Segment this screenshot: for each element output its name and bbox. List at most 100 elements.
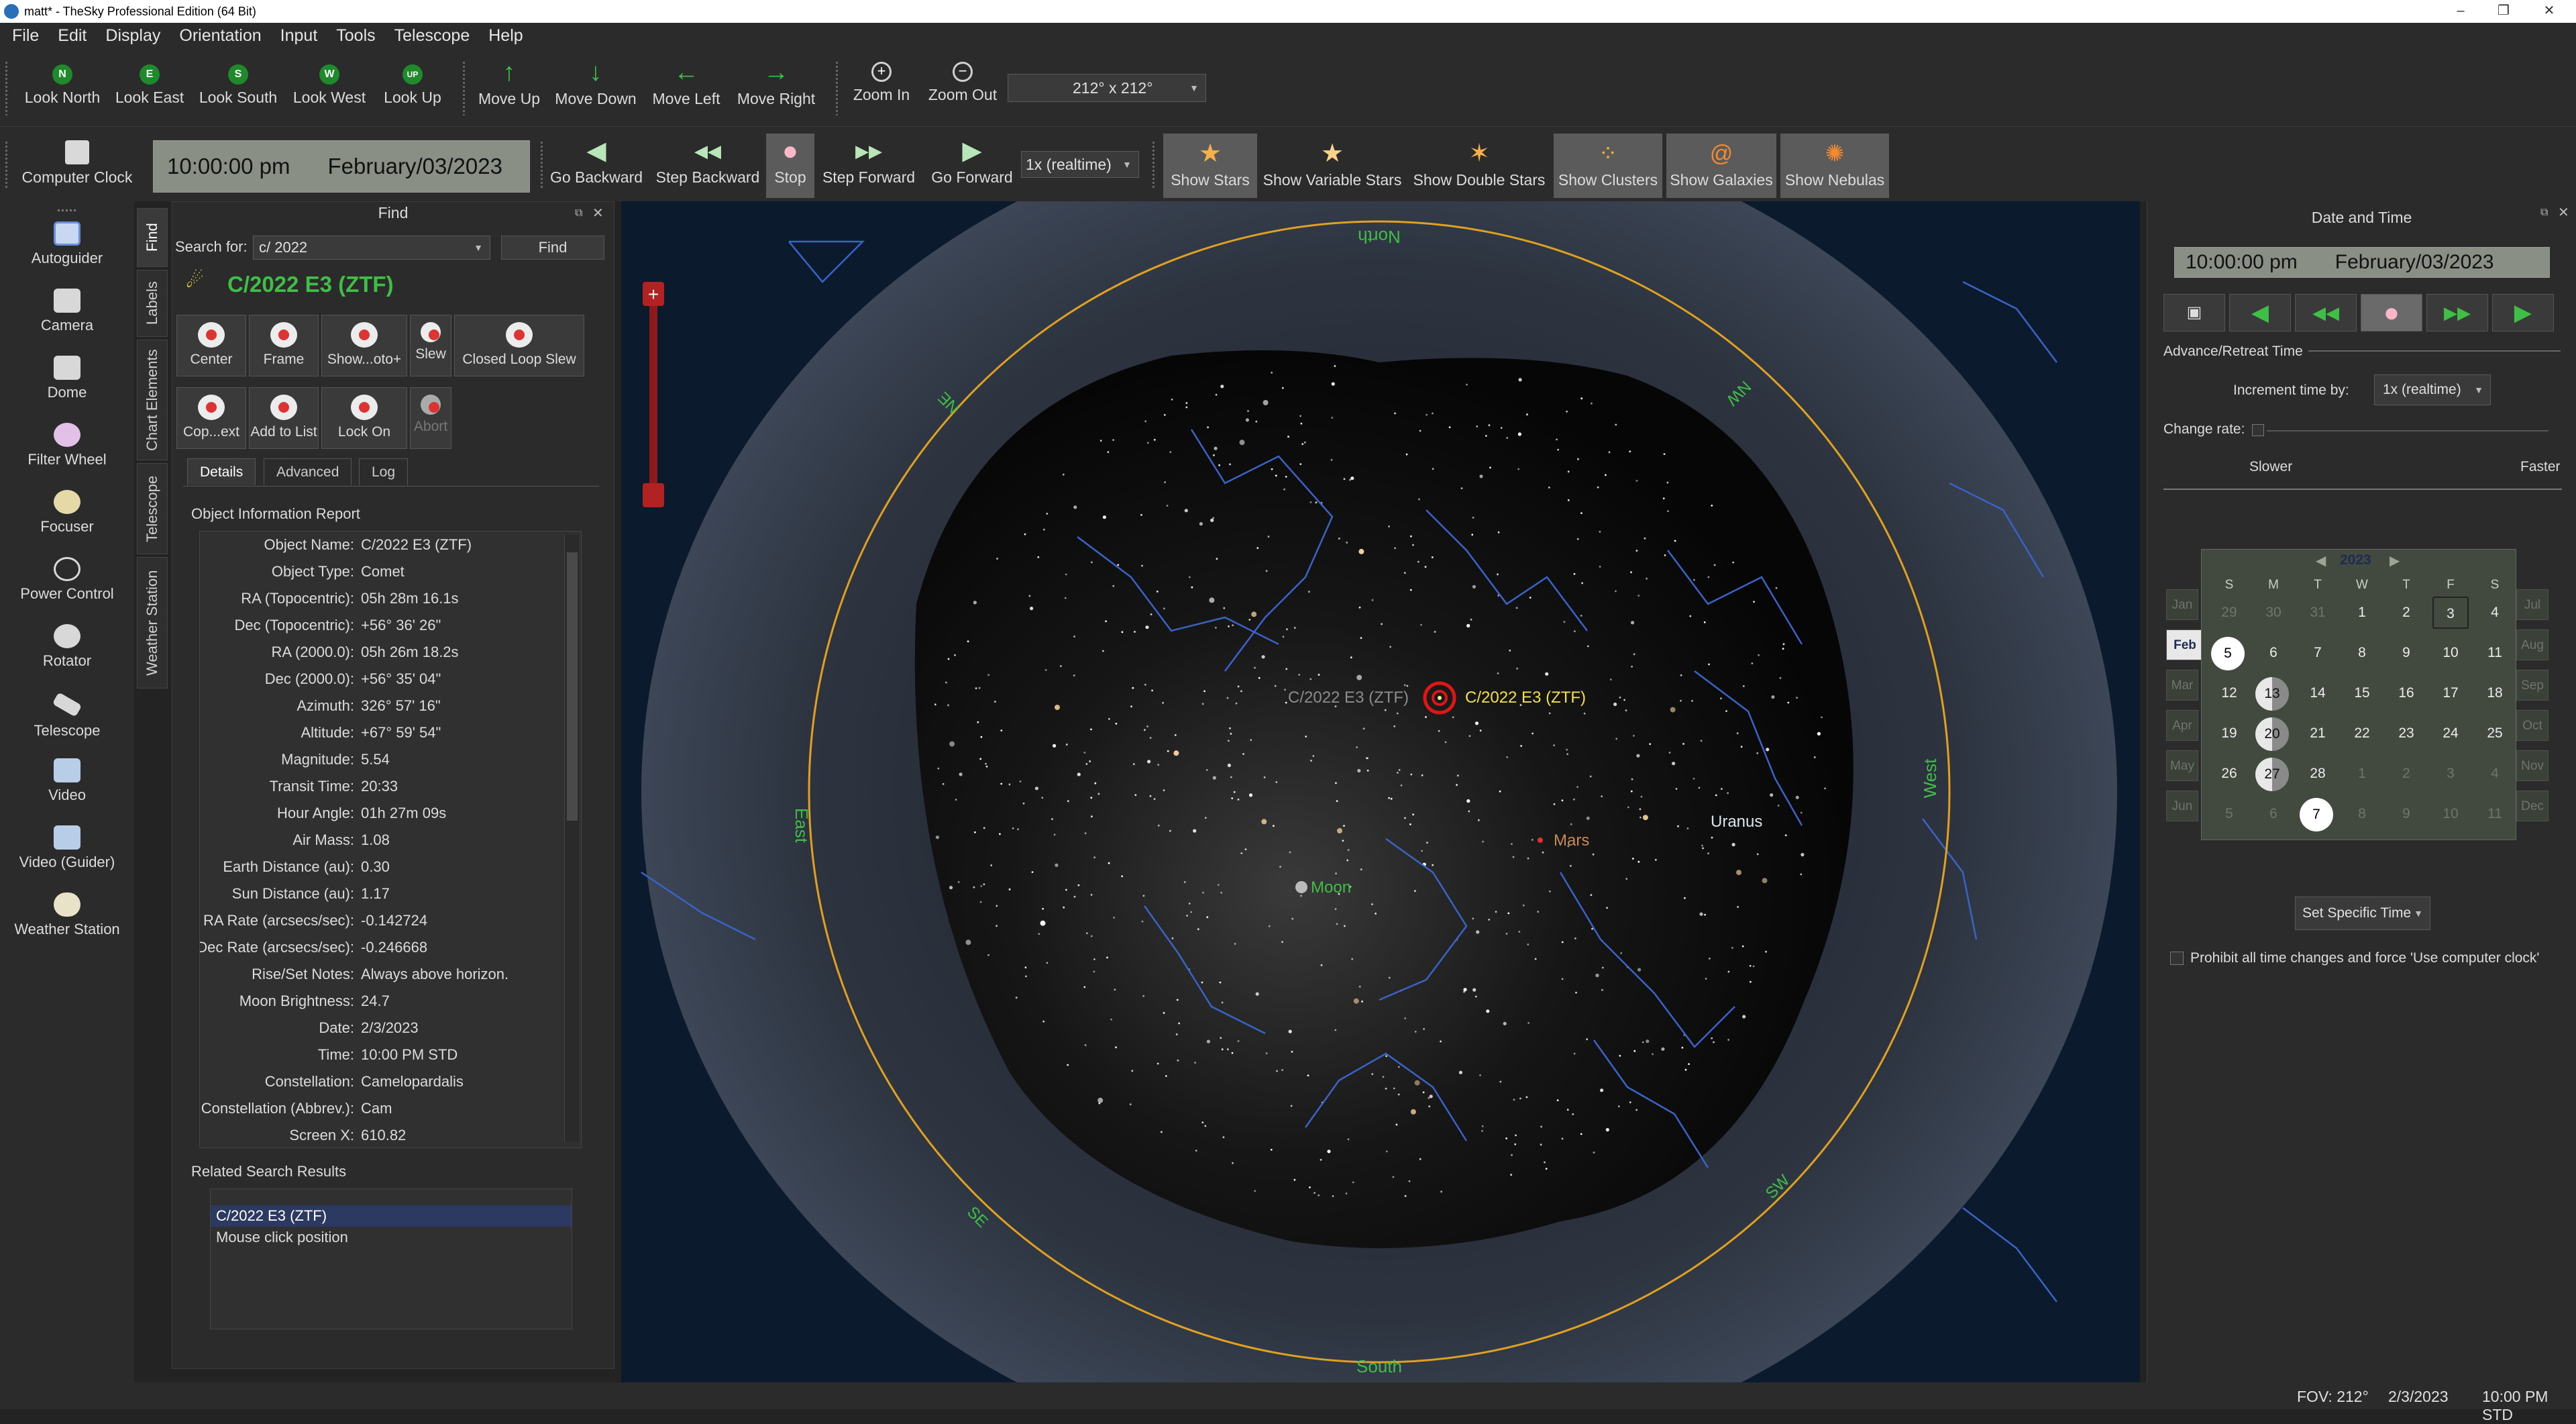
moon-dot[interactable] — [1295, 881, 1307, 893]
close-window-button[interactable]: ✕ — [2529, 0, 2569, 23]
menu-orientation[interactable]: Orientation — [179, 26, 261, 46]
calendar-day[interactable]: 9 — [2388, 798, 2424, 830]
move-right-button[interactable]: → Move Right — [733, 59, 820, 108]
show-clusters-toggle[interactable]: ⁘ Show Clusters — [1554, 134, 1662, 198]
calendar-day[interactable]: 19 — [2211, 717, 2247, 750]
tab-find[interactable]: Find — [137, 208, 168, 267]
float-icon[interactable]: ⧉ — [2540, 207, 2548, 219]
month-tab[interactable]: Dec — [2516, 791, 2548, 821]
zoom-in-button[interactable]: + Zoom In — [847, 62, 916, 104]
find-button[interactable]: Find — [501, 236, 604, 260]
menu-input[interactable]: Input — [280, 26, 318, 46]
panel-time-date-display[interactable]: 10:00:00 pm February/03/2023 — [2174, 247, 2550, 278]
add-to-list-button[interactable]: Add to List — [249, 387, 319, 449]
month-tab[interactable]: Jun — [2166, 791, 2198, 821]
calendar-day[interactable]: 8 — [2344, 637, 2380, 669]
minimize-button[interactable]: – — [2440, 0, 2481, 23]
calendar-day[interactable]: 7 — [2300, 798, 2333, 831]
float-icon[interactable]: ⧉ — [575, 207, 582, 219]
mars-dot[interactable] — [1538, 837, 1543, 843]
calendar-day[interactable]: 4 — [2477, 758, 2513, 790]
tab-details[interactable]: Details — [187, 458, 256, 485]
menu-help[interactable]: Help — [488, 26, 523, 46]
frame-button[interactable]: Frame — [249, 315, 319, 376]
power-control-button[interactable]: Power Control — [0, 557, 134, 603]
calendar-day[interactable]: 2 — [2388, 758, 2424, 790]
stop-button[interactable]: ● Stop — [766, 134, 814, 198]
calendar-day[interactable]: 21 — [2300, 717, 2336, 750]
calendar-day[interactable]: 17 — [2432, 677, 2469, 709]
month-tab[interactable]: Feb — [2166, 629, 2204, 660]
autoguider-button[interactable]: Autoguider — [0, 221, 134, 267]
month-tab[interactable]: Nov — [2516, 750, 2548, 781]
change-rate-slider-handle[interactable] — [2252, 424, 2264, 436]
show-galaxies-toggle[interactable]: @ Show Galaxies — [1666, 134, 1776, 198]
tab-telescope[interactable]: Telescope — [137, 463, 168, 554]
tab-log[interactable]: Log — [359, 458, 409, 485]
calendar-day[interactable]: 1 — [2344, 758, 2380, 790]
report-scrollbar[interactable] — [564, 535, 579, 1141]
zoom-slider-track[interactable] — [649, 282, 657, 497]
menu-edit[interactable]: Edit — [58, 26, 87, 46]
search-input[interactable]: c/ 2022 ▼ — [253, 236, 490, 260]
tab-labels[interactable]: Labels — [137, 270, 168, 337]
list-item[interactable]: C/2022 E3 (ZTF) — [211, 1205, 572, 1227]
menu-file[interactable]: File — [12, 26, 39, 46]
moon-label[interactable]: Moon — [1311, 878, 1351, 897]
toolbar-grip[interactable] — [5, 62, 7, 115]
calendar-day[interactable]: 10 — [2432, 798, 2469, 830]
month-tab[interactable]: Aug — [2516, 629, 2548, 660]
calendar-day[interactable]: 11 — [2477, 637, 2513, 669]
close-panel-icon[interactable]: ✕ — [592, 205, 604, 221]
calendar-day[interactable]: 24 — [2432, 717, 2469, 750]
mars-label[interactable]: Mars — [1554, 831, 1589, 850]
month-tab[interactable]: Oct — [2516, 710, 2548, 741]
restore-button[interactable]: ❐ — [2483, 0, 2524, 23]
look-south-button[interactable]: S Look South — [196, 64, 280, 107]
closed-loop-slew-button[interactable]: Closed Loop Slew — [454, 315, 584, 376]
video-button[interactable]: Video — [0, 758, 134, 804]
dome-button[interactable]: Dome — [0, 356, 134, 401]
set-specific-time-button[interactable]: Set Specific Time ▼ — [2295, 897, 2430, 930]
copy-text-button[interactable]: Cop...ext — [176, 387, 246, 449]
calendar-day[interactable]: 10 — [2432, 637, 2469, 669]
calendar-day[interactable]: 18 — [2477, 677, 2513, 709]
comet-label[interactable]: C/2022 E3 (ZTF) — [1465, 689, 1586, 707]
calendar-day[interactable]: 30 — [2255, 597, 2292, 629]
calendar-day[interactable]: 16 — [2388, 677, 2424, 709]
month-tab[interactable]: Apr — [2166, 710, 2198, 741]
calendar-day[interactable]: 2 — [2388, 597, 2424, 629]
slew-button[interactable]: Slew — [410, 315, 451, 376]
calendar-day[interactable]: 20 — [2255, 717, 2289, 751]
calendar-day[interactable]: 28 — [2300, 758, 2336, 790]
camera-button[interactable]: Camera — [0, 289, 134, 334]
show-stars-toggle[interactable]: ★ Show Stars — [1163, 134, 1257, 198]
step-backward-button[interactable]: ◀◀ Step Backward — [655, 138, 761, 187]
abort-button[interactable]: Abort — [410, 387, 451, 449]
step-forward-button[interactable]: ▶▶ — [2426, 294, 2488, 332]
calendar-day[interactable]: 5 — [2211, 637, 2245, 670]
scrollbar-thumb[interactable] — [567, 552, 578, 821]
time-date-display[interactable]: 10:00:00 pm February/03/2023 — [153, 140, 530, 193]
change-rate-slider-track[interactable] — [2267, 430, 2548, 431]
go-forward-button[interactable]: ▶ — [2492, 294, 2554, 332]
calendar-day[interactable]: 7 — [2300, 637, 2336, 669]
step-backward-button[interactable]: ◀◀ — [2295, 294, 2357, 332]
calendar-day[interactable]: 23 — [2388, 717, 2424, 750]
telescope-button[interactable]: Telescope — [0, 691, 134, 740]
month-tab[interactable]: Jan — [2166, 589, 2198, 620]
month-tab[interactable]: Sep — [2516, 670, 2548, 701]
move-up-button[interactable]: ↑ Move Up — [470, 59, 549, 108]
focuser-button[interactable]: Focuser — [0, 490, 134, 536]
menu-telescope[interactable]: Telescope — [394, 26, 470, 46]
month-tab[interactable]: Jul — [2516, 589, 2548, 620]
calendar-day[interactable]: 15 — [2344, 677, 2380, 709]
calendar-day[interactable]: 3 — [2432, 758, 2469, 790]
calendar-day[interactable]: 1 — [2344, 597, 2380, 629]
sky-chart-canvas[interactable]: + North South East West NE NW SE SW C/20… — [621, 201, 2140, 1382]
look-north-button[interactable]: N Look North — [20, 64, 105, 107]
tab-weather-station[interactable]: Weather Station — [137, 557, 168, 689]
step-forward-button[interactable]: ▶▶ Step Forward — [818, 138, 919, 187]
calendar-day[interactable]: 31 — [2300, 597, 2336, 629]
calendar-day[interactable]: 6 — [2255, 637, 2292, 669]
